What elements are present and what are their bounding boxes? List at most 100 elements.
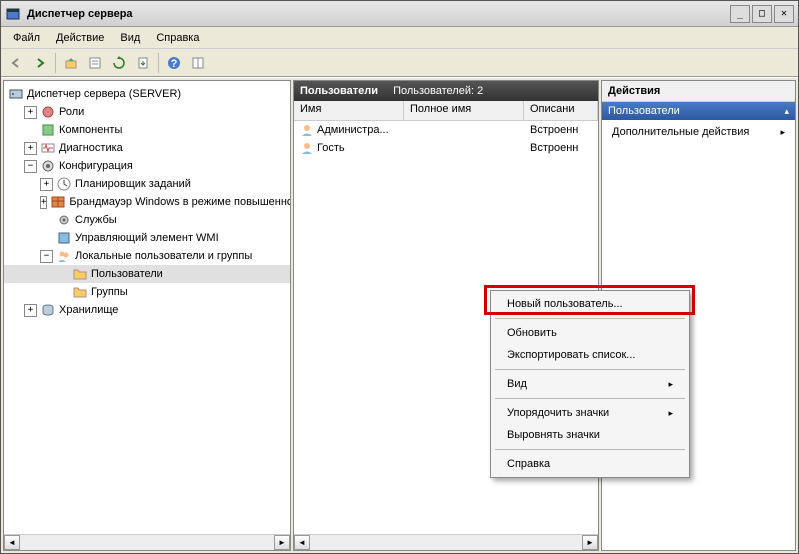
chevron-right-icon: ▸ <box>780 127 785 138</box>
user-icon <box>300 141 314 155</box>
menu-view[interactable]: Вид <box>112 30 148 46</box>
tree-users[interactable]: Пользователи <box>4 265 290 283</box>
diagnostics-icon <box>40 140 56 156</box>
separator <box>158 53 159 73</box>
scroll-left-icon[interactable]: ◄ <box>294 535 310 550</box>
chevron-right-icon: ▸ <box>668 408 673 419</box>
separator <box>495 398 685 399</box>
tree-storage[interactable]: + Хранилище <box>4 301 290 319</box>
list-item[interactable]: Администра... Встроенн <box>294 121 598 139</box>
actions-sub-label: Пользователи <box>608 105 680 117</box>
tree-panel: Диспетчер сервера (SERVER) + Роли Компон… <box>3 80 291 551</box>
up-button[interactable] <box>60 52 82 74</box>
tree-components[interactable]: Компоненты <box>4 121 290 139</box>
config-icon <box>40 158 56 174</box>
separator <box>495 449 685 450</box>
tree-label: Диспетчер сервера (SERVER) <box>27 88 181 100</box>
ctx-refresh[interactable]: Обновить <box>493 322 687 344</box>
user-desc: Встроенн <box>524 124 598 136</box>
actions-header: Действия <box>602 81 795 102</box>
tree-roles[interactable]: + Роли <box>4 103 290 121</box>
chevron-right-icon: ▸ <box>668 379 673 390</box>
titlebar: Диспетчер сервера _ □ ✕ <box>1 1 798 27</box>
list-count: Пользователей: 2 <box>393 85 483 97</box>
ctx-align[interactable]: Выровнять значки <box>493 424 687 446</box>
window-title: Диспетчер сервера <box>27 8 728 20</box>
menu-file[interactable]: Файл <box>5 30 48 46</box>
back-button[interactable] <box>5 52 27 74</box>
list-columns: Имя Полное имя Описани <box>294 101 598 121</box>
tree-local-users[interactable]: − Локальные пользователи и группы <box>4 247 290 265</box>
expander-icon[interactable]: + <box>24 106 37 119</box>
tree-label: Компоненты <box>59 124 122 136</box>
menu-action[interactable]: Действие <box>48 30 112 46</box>
close-button[interactable]: ✕ <box>774 5 794 23</box>
separator <box>55 53 56 73</box>
expander-icon[interactable]: + <box>24 142 37 155</box>
folder-icon <box>72 266 88 282</box>
user-desc: Встроенн <box>524 142 598 154</box>
tree-label: Брандмауэр Windows в режиме повышенно <box>69 196 291 208</box>
col-description[interactable]: Описани <box>524 101 598 120</box>
server-icon <box>8 86 24 102</box>
expander-icon[interactable]: − <box>24 160 37 173</box>
ctx-new-user[interactable]: Новый пользователь... <box>493 293 687 315</box>
scroll-right-icon[interactable]: ► <box>582 535 598 550</box>
expander-icon[interactable]: − <box>40 250 53 263</box>
roles-icon <box>40 104 56 120</box>
collapse-icon: ▴ <box>784 106 789 117</box>
tree-groups[interactable]: Группы <box>4 283 290 301</box>
tree-scheduler[interactable]: + Планировщик заданий <box>4 175 290 193</box>
col-name[interactable]: Имя <box>294 101 404 120</box>
minimize-button[interactable]: _ <box>730 5 750 23</box>
tree-root[interactable]: Диспетчер сервера (SERVER) <box>4 85 290 103</box>
users-icon <box>56 248 72 264</box>
user-icon <box>300 123 314 137</box>
tree-label: Группы <box>91 286 128 298</box>
help-button[interactable]: ? <box>163 52 185 74</box>
tree-diagnostics[interactable]: + Диагностика <box>4 139 290 157</box>
tree-wmi[interactable]: Управляющий элемент WMI <box>4 229 290 247</box>
ctx-export[interactable]: Экспортировать список... <box>493 344 687 366</box>
separator <box>495 318 685 319</box>
scroll-right-icon[interactable]: ► <box>274 535 290 550</box>
ctx-view[interactable]: Вид▸ <box>493 373 687 395</box>
scroll-left-icon[interactable]: ◄ <box>4 535 20 550</box>
tree-label: Пользователи <box>91 268 163 280</box>
list-item[interactable]: Гость Встроенн <box>294 139 598 157</box>
firewall-icon <box>50 194 66 210</box>
expander-icon[interactable]: + <box>40 178 53 191</box>
app-icon <box>5 6 21 22</box>
context-menu: Новый пользователь... Обновить Экспортир… <box>490 290 690 478</box>
actions-subheader[interactable]: Пользователи ▴ <box>602 102 795 120</box>
maximize-button[interactable]: □ <box>752 5 772 23</box>
actions-more[interactable]: Дополнительные действия ▸ <box>602 120 795 144</box>
ctx-help[interactable]: Справка <box>493 453 687 475</box>
separator <box>495 369 685 370</box>
user-name: Администра... <box>317 124 389 136</box>
scrollbar-horizontal[interactable]: ◄ ► <box>294 534 598 550</box>
expander-icon[interactable]: + <box>40 196 47 209</box>
components-icon <box>40 122 56 138</box>
col-fullname[interactable]: Полное имя <box>404 101 524 120</box>
menu-help[interactable]: Справка <box>148 30 207 46</box>
scrollbar-horizontal[interactable]: ◄ ► <box>4 534 290 550</box>
tree-services[interactable]: Службы <box>4 211 290 229</box>
folder-icon <box>72 284 88 300</box>
tree-label: Службы <box>75 214 117 226</box>
ctx-arrange[interactable]: Упорядочить значки▸ <box>493 402 687 424</box>
pane-button[interactable] <box>187 52 209 74</box>
toolbar: ? <box>1 49 798 77</box>
tree-label: Диагностика <box>59 142 123 154</box>
tree-label: Хранилище <box>59 304 118 316</box>
tree-config[interactable]: − Конфигурация <box>4 157 290 175</box>
expander-icon[interactable]: + <box>24 304 37 317</box>
properties-button[interactable] <box>84 52 106 74</box>
refresh-button[interactable] <box>108 52 130 74</box>
export-button[interactable] <box>132 52 154 74</box>
forward-button[interactable] <box>29 52 51 74</box>
tree-firewall[interactable]: + Брандмауэр Windows в режиме повышенно <box>4 193 290 211</box>
menubar: Файл Действие Вид Справка <box>1 27 798 49</box>
wmi-icon <box>56 230 72 246</box>
actions-more-label: Дополнительные действия <box>612 126 749 138</box>
